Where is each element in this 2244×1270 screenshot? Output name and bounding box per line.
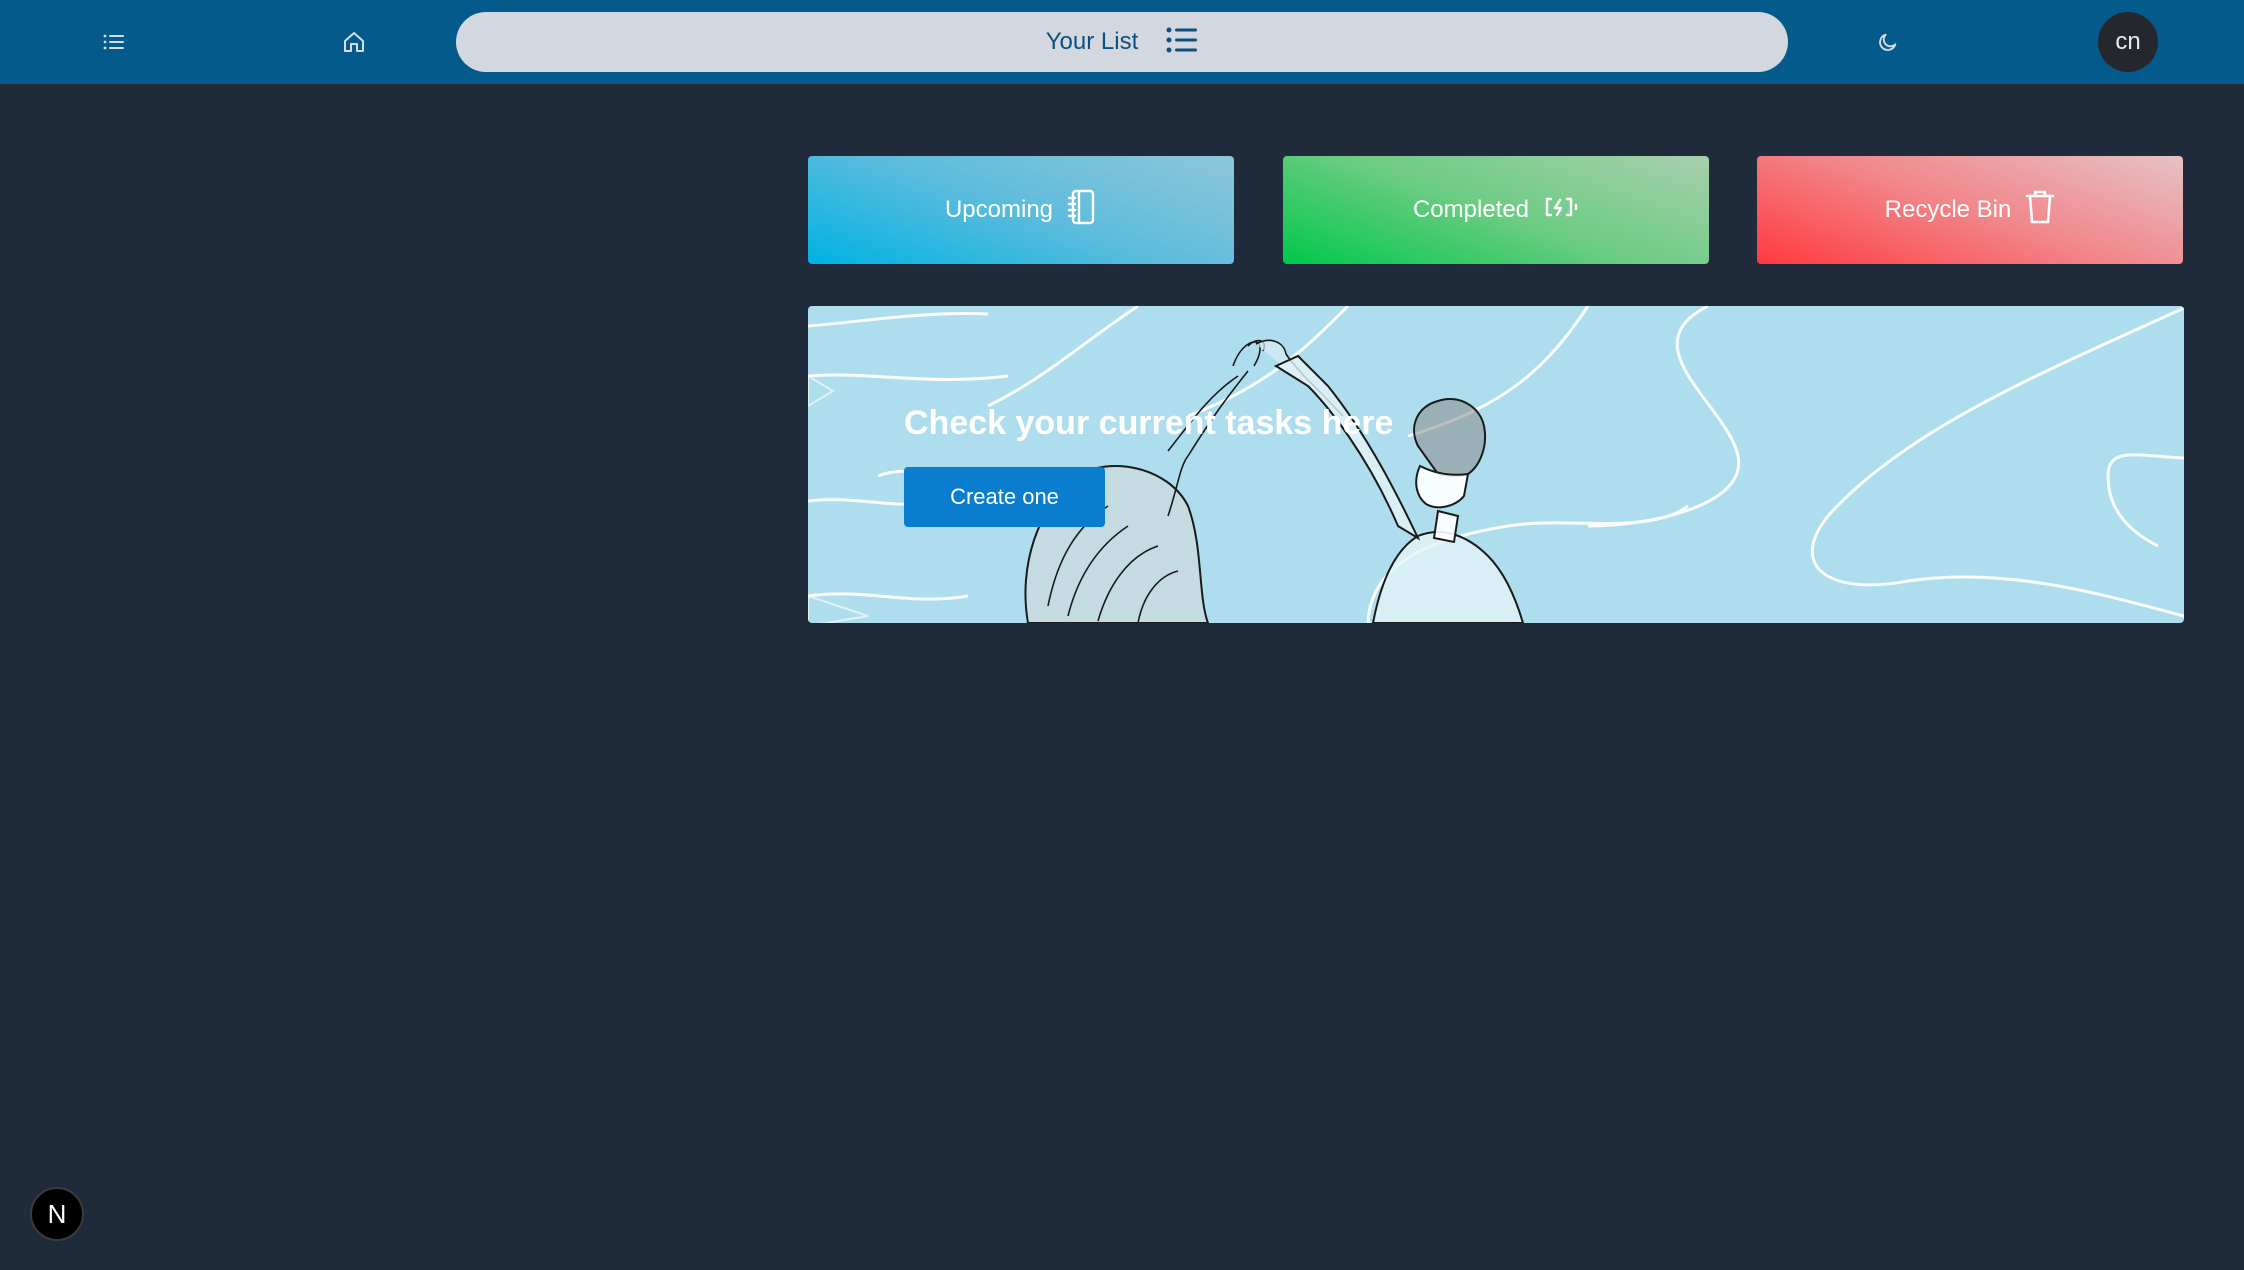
create-one-button[interactable]: Create one: [904, 467, 1105, 527]
home-icon[interactable]: [334, 22, 374, 62]
list-icon: [1166, 27, 1198, 58]
upcoming-card[interactable]: Upcoming: [808, 156, 1234, 264]
avatar[interactable]: cn: [2098, 12, 2158, 72]
completed-label: Completed: [1412, 196, 1530, 223]
banner-heading: Check your current tasks here: [904, 404, 1394, 442]
list-selector[interactable]: Your List: [456, 12, 1788, 72]
completed-card[interactable]: Completed: [1283, 156, 1709, 264]
battery-charging-icon: [1543, 195, 1579, 226]
top-navigation-bar: Your List cn: [0, 0, 2244, 84]
trash-icon: [2025, 189, 2055, 232]
list-title: Your List: [1045, 28, 1139, 55]
couple-illustration: [808, 306, 2184, 623]
tasks-banner: Check your current tasks here Create one: [808, 306, 2184, 623]
list-menu-icon[interactable]: [94, 22, 134, 62]
recycle-bin-card[interactable]: Recycle Bin: [1757, 156, 2183, 264]
recycle-bin-label: Recycle Bin: [1884, 196, 2012, 223]
notebook-icon: [1067, 189, 1097, 232]
moon-icon[interactable]: [1868, 22, 1908, 62]
upcoming-label: Upcoming: [944, 196, 1054, 223]
nextjs-dev-badge[interactable]: N: [30, 1187, 84, 1241]
